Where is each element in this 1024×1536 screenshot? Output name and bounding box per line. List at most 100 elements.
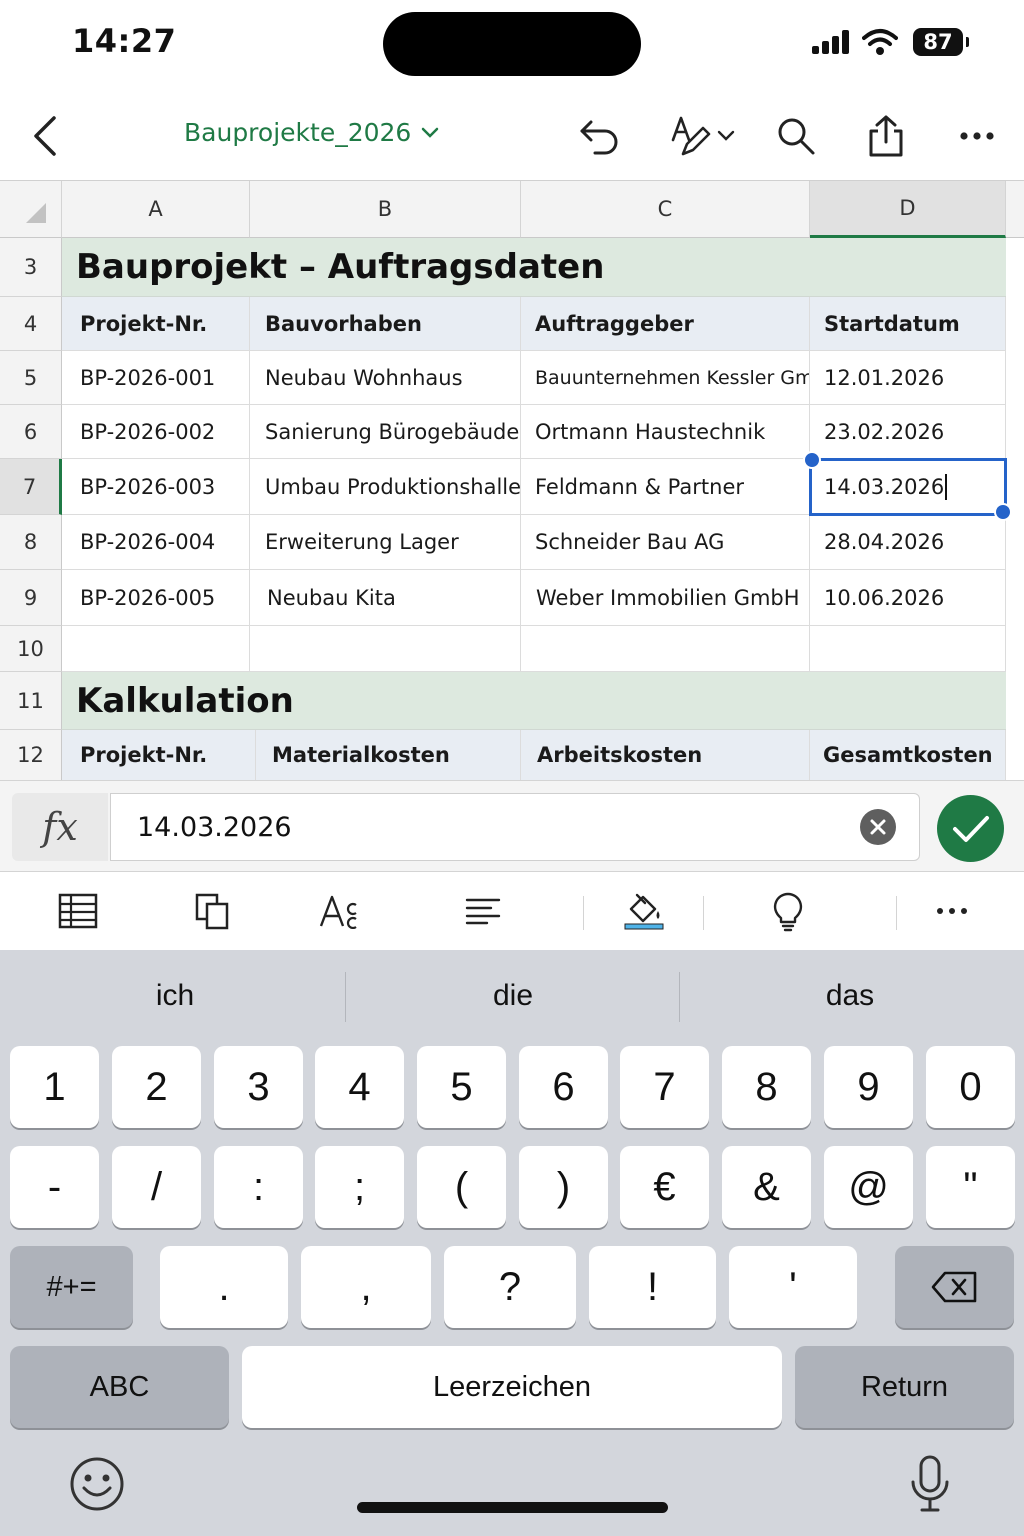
key-comma[interactable]: ,: [301, 1246, 431, 1328]
font-format-icon[interactable]: [314, 872, 368, 950]
emoji-icon[interactable]: [69, 1456, 125, 1512]
table-cell[interactable]: Weber Immobilien GmbH: [521, 570, 810, 626]
header-cell-gesamtkosten[interactable]: Gesamtkosten: [810, 730, 1006, 781]
table-cell[interactable]: BP-2026-005: [62, 570, 250, 626]
key-8[interactable]: 8: [722, 1046, 811, 1128]
table-cell[interactable]: Umbau Produktionshalle: [250, 459, 521, 515]
key-abc[interactable]: ABC: [10, 1346, 229, 1428]
key-period[interactable]: .: [160, 1246, 288, 1328]
spreadsheet-grid[interactable]: A B C D 3 4 5 6 7 8 9 10 11 12 Bauprojek…: [0, 180, 1024, 781]
microphone-icon[interactable]: [908, 1454, 952, 1514]
table-cell[interactable]: Neubau Kita: [250, 570, 521, 626]
key-9[interactable]: 9: [824, 1046, 913, 1128]
row-header-10[interactable]: 10: [0, 626, 62, 672]
row-header-12[interactable]: 12: [0, 730, 62, 781]
insert-cells-icon[interactable]: [188, 872, 236, 950]
table-cell[interactable]: Neubau Wohnhaus: [250, 351, 521, 405]
lightbulb-icon[interactable]: [766, 872, 810, 950]
more-options-icon[interactable]: [954, 92, 1000, 180]
key-apostrophe[interactable]: ': [729, 1246, 857, 1328]
table-cell[interactable]: Erweiterung Lager: [250, 515, 521, 570]
section-title-kalkulation[interactable]: Kalkulation: [62, 672, 1006, 730]
selection-handle-top[interactable]: [803, 451, 821, 469]
key-2[interactable]: 2: [112, 1046, 201, 1128]
table-cell[interactable]: BP-2026-004: [62, 515, 250, 570]
key-return[interactable]: Return: [795, 1346, 1014, 1428]
header-cell-materialkosten[interactable]: Materialkosten: [256, 730, 521, 781]
column-header-b[interactable]: B: [250, 181, 521, 238]
share-icon[interactable]: [864, 92, 908, 180]
table-cell[interactable]: Schneider Bau AG: [521, 515, 810, 570]
row-header-11[interactable]: 11: [0, 672, 62, 730]
row-header-5[interactable]: 5: [0, 351, 62, 405]
clear-icon[interactable]: [860, 809, 896, 845]
key-5[interactable]: 5: [417, 1046, 506, 1128]
more-format-icon[interactable]: [930, 872, 974, 950]
suggestion-das[interactable]: das: [680, 950, 1020, 1042]
table-cell[interactable]: Feldmann & Partner: [521, 459, 810, 515]
table-cell[interactable]: 12.01.2026: [810, 351, 1006, 405]
table-cell[interactable]: BP-2026-003: [62, 459, 250, 515]
key-euro[interactable]: €: [620, 1146, 709, 1228]
header-cell-projekt-nr[interactable]: Projekt-Nr.: [62, 297, 250, 351]
key-space[interactable]: Leerzeichen: [242, 1346, 782, 1428]
key-at[interactable]: @: [824, 1146, 913, 1228]
column-header-e[interactable]: [1006, 181, 1024, 238]
selection-handle-bottom[interactable]: [994, 503, 1012, 521]
key-3[interactable]: 3: [214, 1046, 303, 1128]
search-icon[interactable]: [774, 92, 818, 180]
key-4[interactable]: 4: [315, 1046, 404, 1128]
table-cell[interactable]: Ortmann Haustechnik: [521, 405, 810, 459]
column-header-c[interactable]: C: [521, 181, 810, 238]
key-0[interactable]: 0: [926, 1046, 1015, 1128]
row-header-8[interactable]: 8: [0, 515, 62, 570]
section-title-auftragsdaten[interactable]: Bauprojekt – Auftragsdaten: [62, 238, 1006, 297]
table-cell[interactable]: Bauunternehmen Kessler GmbH: [521, 351, 810, 405]
formula-input[interactable]: 14.03.2026: [110, 793, 920, 861]
empty-cell[interactable]: [250, 626, 521, 672]
function-button[interactable]: fx: [12, 793, 108, 861]
header-cell-bauvorhaben[interactable]: Bauvorhaben: [250, 297, 521, 351]
empty-cell[interactable]: [62, 626, 250, 672]
key-1[interactable]: 1: [10, 1046, 99, 1128]
delete-key[interactable]: [895, 1246, 1014, 1328]
table-cell[interactable]: Sanierung Bürogebäude: [250, 405, 521, 459]
table-icon[interactable]: [54, 872, 102, 950]
key-more-symbols[interactable]: #+=: [10, 1246, 133, 1328]
key-ampersand[interactable]: &: [722, 1146, 811, 1228]
empty-cell[interactable]: [810, 626, 1006, 672]
key-paren-close[interactable]: ): [519, 1146, 608, 1228]
active-cell-d7[interactable]: 14.03.2026: [810, 459, 1006, 515]
undo-icon[interactable]: [574, 92, 624, 180]
header-cell-projekt-nr-2[interactable]: Projekt-Nr.: [62, 730, 256, 781]
table-cell[interactable]: BP-2026-001: [62, 351, 250, 405]
table-cell[interactable]: 28.04.2026: [810, 515, 1006, 570]
table-cell[interactable]: 23.02.2026: [810, 405, 1006, 459]
back-icon[interactable]: [22, 92, 68, 180]
table-cell[interactable]: 10.06.2026: [810, 570, 1006, 626]
key-quote[interactable]: ": [926, 1146, 1015, 1228]
key-slash[interactable]: /: [112, 1146, 201, 1228]
row-header-3[interactable]: 3: [0, 238, 62, 297]
row-header-4[interactable]: 4: [0, 297, 62, 351]
column-header-a[interactable]: A: [62, 181, 250, 238]
confirm-checkmark-icon[interactable]: [937, 795, 1004, 862]
align-text-icon[interactable]: [460, 872, 506, 950]
key-exclamation[interactable]: !: [589, 1246, 716, 1328]
header-cell-startdatum[interactable]: Startdatum: [810, 297, 1006, 351]
key-semicolon[interactable]: ;: [315, 1146, 404, 1228]
row-header-7[interactable]: 7: [0, 459, 62, 515]
key-minus[interactable]: -: [10, 1146, 99, 1228]
key-7[interactable]: 7: [620, 1046, 709, 1128]
select-all-corner[interactable]: [0, 181, 62, 238]
header-cell-auftraggeber[interactable]: Auftraggeber: [521, 297, 810, 351]
draw-pen-icon[interactable]: [668, 92, 740, 180]
key-paren-open[interactable]: (: [417, 1146, 506, 1228]
empty-cell[interactable]: [521, 626, 810, 672]
suggestion-ich[interactable]: ich: [5, 950, 345, 1042]
row-header-6[interactable]: 6: [0, 405, 62, 459]
file-title-dropdown[interactable]: Bauprojekte_2026: [184, 118, 439, 147]
home-indicator[interactable]: [357, 1502, 668, 1513]
key-6[interactable]: 6: [519, 1046, 608, 1128]
row-header-9[interactable]: 9: [0, 570, 62, 626]
